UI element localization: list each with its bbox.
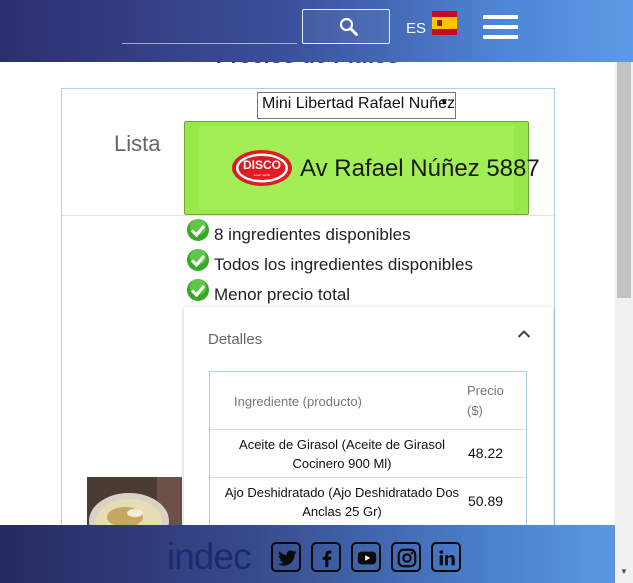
check-icon	[187, 249, 209, 271]
menu-bar	[483, 35, 518, 39]
indec-logo-text: indec	[167, 537, 251, 577]
youtube-button[interactable]	[351, 542, 381, 572]
menu-icon[interactable]	[483, 15, 518, 43]
twitter-icon	[277, 550, 297, 566]
column-header-price: Precio ($)	[467, 381, 504, 421]
details-label: Detalles	[208, 331, 263, 348]
ingredient-cell: Ajo Deshidratado (Ajo Deshidratado Dos A…	[224, 485, 460, 519]
instagram-button[interactable]	[391, 542, 421, 572]
top-header: ES	[0, 0, 633, 62]
search-icon	[339, 17, 358, 36]
store-select-value: Mini Libertad Rafael Nuñez	[262, 95, 455, 112]
instagram-icon	[397, 548, 417, 568]
page: Precios de Platos Mini Libertad Rafael N…	[0, 0, 633, 583]
check-icon	[187, 279, 209, 301]
table-row: Ajo Deshidratado (Ajo Deshidratado Dos A…	[210, 477, 526, 525]
scrollbar-thumb[interactable]	[617, 62, 631, 298]
indec-logo[interactable]: indec	[167, 537, 265, 577]
language-selector[interactable]: ES	[406, 20, 426, 37]
facebook-icon	[322, 550, 332, 568]
disco-logo-text: DISCO	[243, 158, 281, 172]
table-row: Aceite de Girasol (Aceite de Girasol Coc…	[210, 429, 526, 477]
ingredient-cell: Aceite de Girasol (Aceite de Girasol Coc…	[239, 437, 445, 471]
column-header-ingredient: Ingrediente (producto)	[234, 394, 362, 409]
store-select[interactable]: Mini Libertad Rafael Nuñez ▼	[257, 92, 456, 119]
linkedin-icon	[439, 550, 455, 566]
search-input[interactable]	[122, 43, 297, 44]
disco-logo: DISCO super rapido	[232, 150, 292, 186]
price-cell: 48.22	[468, 445, 504, 461]
disco-logo-tagline: super rapido	[254, 173, 271, 177]
details-panel: Detalles Ingrediente (producto) Precio (…	[184, 307, 553, 538]
check-text: Todos los ingredientes disponibles	[214, 255, 473, 274]
scroll-down-icon[interactable]: ▼	[617, 567, 631, 576]
store-name: Av Rafael Núñez 5887	[300, 155, 540, 182]
column-header-price-text: Precio ($)	[467, 383, 504, 418]
check-text: 8 ingredientes disponibles	[214, 225, 411, 244]
spain-flag-icon[interactable]	[432, 11, 457, 35]
menu-bar	[483, 25, 518, 29]
search-button[interactable]	[302, 9, 390, 44]
list-label: Lista	[114, 131, 161, 156]
ingredients-table: Ingrediente (producto) Precio ($) Aceite…	[209, 371, 527, 538]
check-text: Menor precio total	[214, 285, 351, 304]
chevron-up-icon[interactable]	[517, 329, 531, 339]
check-icon	[187, 219, 209, 241]
youtube-icon	[357, 551, 377, 565]
dropdown-arrow-icon: ▼	[439, 97, 449, 108]
price-cell: 50.89	[468, 493, 504, 509]
store-button[interactable]: DISCO super rapido Av Rafael Núñez 5887	[184, 121, 540, 215]
twitter-button[interactable]	[271, 542, 301, 572]
footer: indec	[0, 525, 615, 583]
linkedin-button[interactable]	[431, 542, 461, 572]
row-divider	[62, 215, 554, 216]
facebook-button[interactable]	[311, 542, 341, 572]
menu-bar	[483, 15, 518, 19]
